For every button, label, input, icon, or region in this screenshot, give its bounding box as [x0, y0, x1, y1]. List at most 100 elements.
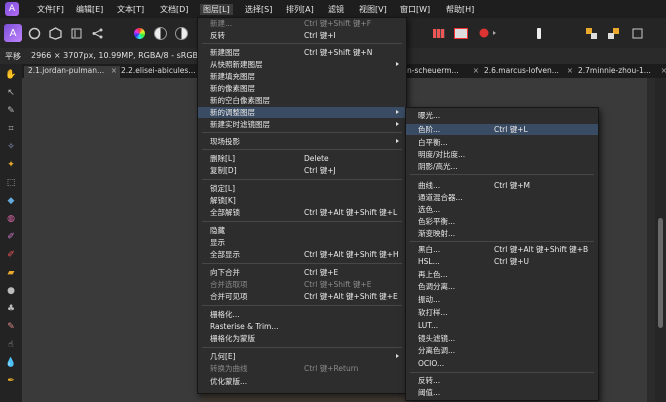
document-tab[interactable]: ven-scheuerm... × — [394, 66, 482, 78]
menu-item-exposure[interactable]: 曝光... — [406, 110, 598, 121]
clone-tool-icon[interactable]: ♣ — [4, 302, 18, 315]
paint-brush-icon[interactable]: ✐ — [4, 230, 18, 243]
develop-persona-icon[interactable] — [46, 24, 64, 42]
erase-brush-icon[interactable]: ▰ — [4, 266, 18, 279]
menu-item-rasterise[interactable]: 栅格化... — [198, 309, 406, 320]
dodge-tool-icon[interactable]: ● — [4, 284, 18, 297]
menu-layer[interactable]: 图层[L] — [200, 4, 233, 15]
menu-item-posterize[interactable]: 色调分离... — [406, 281, 598, 292]
close-icon[interactable]: × — [661, 66, 666, 75]
menu-file[interactable]: 文件[F] — [37, 4, 64, 15]
document-tab[interactable]: 2.1.jordan-pulman... × — [24, 66, 120, 78]
menu-item-threshold[interactable]: 阈值... — [406, 387, 598, 398]
flood-fill-icon[interactable]: ◆ — [4, 194, 18, 207]
menu-item-color-balance[interactable]: 色彩平衡... — [406, 216, 598, 227]
menu-item-merge-selected[interactable]: 合并选取项 Ctrl 键+Shift 键+E — [198, 279, 406, 290]
assistant-icon[interactable] — [476, 24, 500, 42]
close-icon[interactable]: × — [473, 66, 479, 75]
flood-select-icon[interactable]: ✦ — [4, 158, 18, 171]
menu-item-curves[interactable]: 曲线... Ctrl 键+M — [406, 180, 598, 191]
menu-item-invert[interactable]: 反转... — [406, 375, 598, 386]
transform-icon[interactable] — [628, 24, 646, 42]
menu-item-delete[interactable]: 删除[L] Delete — [198, 153, 406, 164]
menu-item-hsl[interactable]: HSL... Ctrl 键+U — [406, 256, 598, 267]
menu-select[interactable]: 选择[S] — [245, 4, 272, 15]
smudge-tool-icon[interactable]: ☝ — [4, 338, 18, 351]
menu-item-new[interactable]: 新建... Ctrl 键+Shift 键+F — [198, 18, 406, 29]
arrange-icon[interactable] — [604, 24, 622, 42]
menu-item-brightness-contrast[interactable]: 明度/对比度... — [406, 149, 598, 160]
crop-tool-icon[interactable]: ⌗ — [4, 122, 18, 135]
menu-arrange[interactable]: 排列[A] — [286, 4, 314, 15]
menu-item-merge-down[interactable]: 向下合并 Ctrl 键+E — [198, 267, 406, 278]
menu-item-shadows-highlights[interactable]: 阴影/高光... — [406, 161, 598, 172]
move-tool-icon[interactable]: ↖ — [4, 86, 18, 99]
close-icon[interactable]: × — [567, 66, 573, 75]
menu-item-rasterise-to-mask[interactable]: 栅格化为蒙版 — [198, 333, 406, 344]
menu-item-recolor[interactable]: 再上色... — [406, 269, 598, 280]
photo-persona-icon[interactable]: A — [4, 24, 22, 42]
contrast-half-icon[interactable] — [172, 24, 190, 42]
menu-window[interactable]: 窗口[W] — [400, 4, 430, 15]
menu-item-show-all[interactable]: 全部显示 Ctrl 键+Alt 键+Shift 键+H — [198, 249, 406, 260]
menu-item-ocio[interactable]: OCIO... — [406, 358, 598, 369]
contrast-icon[interactable] — [151, 24, 169, 42]
menu-item-show[interactable]: 显示 — [198, 237, 406, 248]
menu-item-unlock-all[interactable]: 全部解锁 Ctrl 键+Alt 键+Shift 键+L — [198, 207, 406, 218]
menu-item-live-projection[interactable]: 现场投影 — [198, 136, 406, 147]
menu-item-layer-from-snapshot[interactable]: 从快照新建图层 — [198, 59, 406, 70]
selection-brush-icon[interactable]: ✧ — [4, 140, 18, 153]
export-persona-icon[interactable] — [88, 24, 106, 42]
menu-item-soft-proof[interactable]: 软打样... — [406, 307, 598, 318]
app-logo-icon[interactable]: A — [5, 2, 19, 16]
document-tab[interactable]: 2.6.marcus-lofven... × — [480, 66, 576, 78]
scrollbar-thumb[interactable] — [658, 218, 663, 328]
menu-item-channel-mixer[interactable]: 通道混合器... — [406, 192, 598, 203]
gradient-tool-icon[interactable]: ◍ — [4, 212, 18, 225]
menu-item-gradient-map[interactable]: 渐变映射... — [406, 228, 598, 239]
menu-item-lut[interactable]: LUT... — [406, 320, 598, 331]
menu-text[interactable]: 文本[T] — [117, 4, 144, 15]
menu-item-new-layer[interactable]: 新建图层 Ctrl 键+Shift 键+N — [198, 47, 406, 58]
menu-view[interactable]: 视图[V] — [359, 4, 387, 15]
menu-item-vibrance[interactable]: 振动... — [406, 294, 598, 305]
grid-color-icon[interactable] — [430, 24, 448, 42]
liquify-persona-icon[interactable] — [25, 24, 43, 42]
color-replace-icon[interactable]: ✐ — [4, 248, 18, 261]
vertical-scrollbar[interactable] — [655, 78, 666, 402]
inpainting-tool-icon[interactable]: ✎ — [4, 320, 18, 333]
menu-document[interactable]: 文档[D] — [160, 4, 188, 15]
menu-item-lens-filter[interactable]: 镜头滤镜... — [406, 333, 598, 344]
menu-help[interactable]: 帮助[H] — [446, 4, 474, 15]
menu-item-selective-color[interactable]: 选色... — [406, 204, 598, 215]
menu-item-geometry[interactable]: 几何[E] — [198, 351, 406, 362]
menu-item-new-empty-pixel-layer[interactable]: 新的空白像素图层 — [198, 95, 406, 106]
menu-item-rasterise-trim[interactable]: Rasterise & Trim... — [198, 321, 406, 332]
tone-mapping-persona-icon[interactable] — [67, 24, 85, 42]
menu-item-new-live-filter-layer[interactable]: 新建实时滤镜图层 — [198, 119, 406, 130]
quick-mask-icon[interactable] — [452, 24, 470, 42]
menu-item-white-balance[interactable]: 白平衡... — [406, 137, 598, 148]
menu-item-merge-visible[interactable]: 合并可见项 Ctrl 键+Alt 键+Shift 键+E — [198, 291, 406, 302]
menu-item-lock[interactable]: 锁定[L] — [198, 183, 406, 194]
color-picker-icon[interactable]: ✎ — [4, 104, 18, 117]
menu-item-new-pixel-layer[interactable]: 新的像素图层 — [198, 83, 406, 94]
menu-item-refine-mask[interactable]: 优化蒙版... — [198, 376, 406, 387]
menu-item-black-white[interactable]: 黑白... Ctrl 键+Alt 键+Shift 键+B — [406, 244, 598, 255]
document-tab[interactable]: 2.7minnie-zhou-1... × — [574, 66, 666, 78]
menu-item-unlock[interactable]: 解锁[K] — [198, 195, 406, 206]
menu-item-new-fill-layer[interactable]: 新建填充图层 — [198, 71, 406, 82]
pen-tool-icon[interactable]: ✒ — [4, 374, 18, 387]
menu-filters[interactable]: 滤镜 — [328, 4, 344, 15]
color-wheel-icon[interactable] — [130, 24, 148, 42]
align-icon[interactable] — [582, 24, 600, 42]
blur-tool-icon[interactable]: 💧 — [4, 356, 18, 369]
menu-item-new-adjustment-layer[interactable]: 新的调整图层 — [198, 107, 406, 118]
menu-item-split-toning[interactable]: 分离色调... — [406, 345, 598, 356]
menu-item-invert[interactable]: 反转 Ctrl 键+I — [198, 30, 406, 41]
menu-item-hide[interactable]: 隐藏 — [198, 225, 406, 236]
menu-item-duplicate[interactable]: 复制[D] Ctrl 键+J — [198, 165, 406, 176]
menu-edit[interactable]: 编辑[E] — [76, 4, 103, 15]
snapping-icon[interactable] — [530, 24, 548, 42]
marquee-tool-icon[interactable]: ⬚ — [4, 176, 18, 189]
